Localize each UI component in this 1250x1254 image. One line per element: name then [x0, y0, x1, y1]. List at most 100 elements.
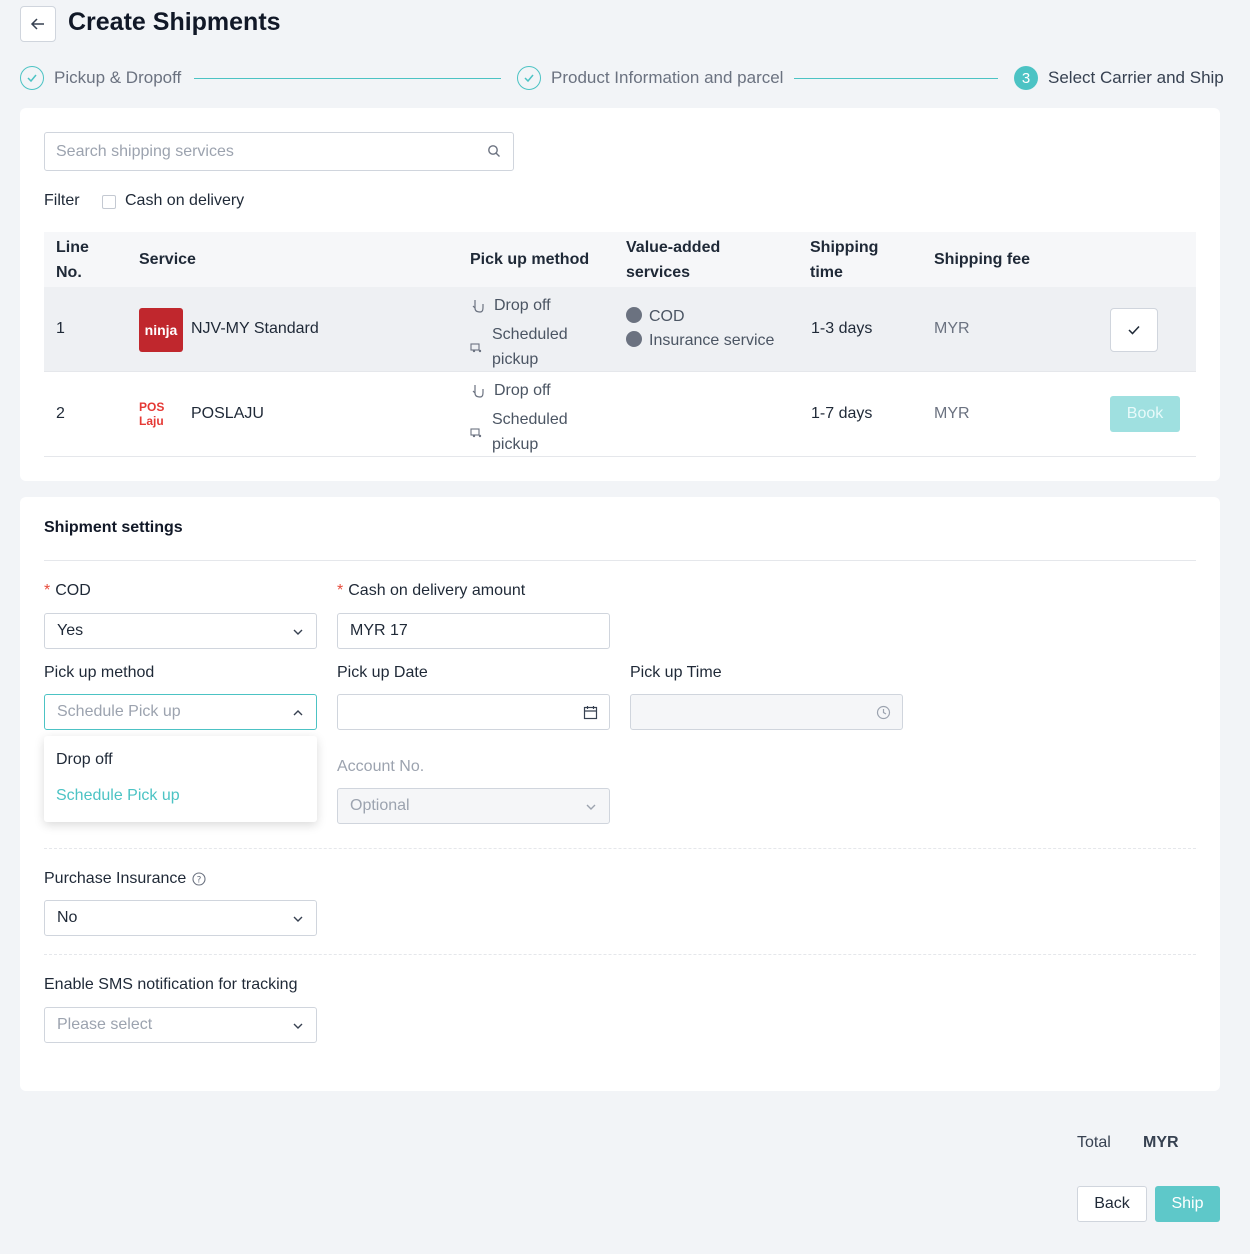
service-name: NJV-MY Standard [191, 320, 319, 337]
required-marker: * [44, 582, 51, 599]
arrow-left-icon [30, 18, 44, 30]
cod-amount-value: MYR 17 [350, 622, 408, 639]
pickup-method-value: Schedule Pick up [57, 703, 181, 720]
account-no-placeholder: Optional [350, 797, 410, 814]
chevron-down-icon [586, 804, 596, 810]
divider [44, 560, 1196, 561]
hand-drop-icon [472, 385, 484, 398]
back-button[interactable]: Back [1077, 1186, 1147, 1222]
vas-insurance: Insurance service [649, 332, 775, 349]
help-icon[interactable]: ? [192, 872, 206, 886]
sms-label: Enable SMS notification for tracking [44, 976, 298, 993]
pickup-method-dropdown: Drop off Schedule Pick up [44, 736, 317, 822]
insurance-select[interactable]: No [44, 900, 317, 936]
vas-cod: COD [649, 308, 685, 325]
pickup-time-input[interactable] [630, 694, 903, 730]
service-name: POSLAJU [191, 405, 264, 422]
shipping-fee: MYR [934, 405, 970, 422]
calendar-icon [583, 706, 598, 720]
clock-icon [876, 705, 891, 720]
cod-filter-checkbox[interactable] [102, 195, 116, 209]
pickup-method-select[interactable]: Schedule Pick up [44, 694, 317, 730]
pickup-methods: Drop off Scheduled pickup [470, 381, 600, 457]
line-number: 2 [56, 405, 65, 422]
section-title: Shipment settings [44, 519, 183, 536]
truck-icon [470, 428, 482, 438]
selected-check-button[interactable] [1110, 308, 1158, 352]
pickup-drop-off: Drop off [494, 297, 551, 314]
col-service: Service [139, 251, 196, 268]
cod-amount-label: * Cash on delivery amount [337, 582, 526, 599]
check-icon [1128, 325, 1140, 335]
col-line-no: Line No. [56, 239, 89, 281]
chevron-up-icon [293, 710, 303, 716]
filter-label: Filter [44, 192, 80, 209]
pickup-date-label: Pick up Date [337, 664, 428, 681]
col-shipping-time: Shipping time [810, 239, 879, 281]
dropdown-option-schedule-pickup[interactable]: Schedule Pick up [56, 787, 180, 805]
pickup-scheduled: Scheduled pickup [492, 326, 568, 368]
search-input[interactable] [45, 133, 465, 170]
search-icon [488, 145, 500, 157]
step-product-info: Product Information and parcel [517, 66, 783, 90]
step-pickup-dropoff: Pickup & Dropoff [20, 66, 181, 90]
divider [44, 848, 1196, 849]
line-number: 1 [56, 320, 65, 337]
step-select-carrier: 3 Select Carrier and Ship [1014, 66, 1224, 90]
pickup-methods: Drop off Scheduled pickup [470, 296, 600, 372]
hand-drop-icon [472, 300, 484, 313]
logo-text: POS Laju [139, 400, 165, 428]
sms-placeholder: Please select [57, 1016, 153, 1033]
insurance-icon [626, 331, 642, 347]
cod-label: * COD [44, 582, 91, 599]
account-no-select[interactable]: Optional [337, 788, 610, 824]
chevron-down-icon [293, 1023, 303, 1029]
value-added-services: COD Insurance service [626, 307, 774, 355]
dropdown-option-drop-off[interactable]: Drop off [56, 751, 113, 769]
col-value-added: Value-added services [626, 239, 721, 281]
book-button[interactable]: Book [1110, 396, 1180, 432]
col-pickup-method: Pick up method [470, 251, 590, 268]
check-circle-icon [517, 66, 541, 90]
divider [44, 954, 1196, 955]
total-value: MYR [1143, 1134, 1179, 1151]
cod-filter-label[interactable]: Cash on delivery [125, 192, 244, 210]
step-connector [194, 78, 501, 79]
step-label: Product Information and parcel [551, 68, 784, 87]
cod-value: Yes [57, 622, 84, 639]
pickup-method-label: Pick up method [44, 664, 155, 681]
ship-button[interactable]: Ship [1155, 1186, 1220, 1222]
check-circle-icon [20, 66, 44, 90]
shipping-fee: MYR [934, 320, 970, 337]
ninja-van-logo: ninja [139, 308, 183, 352]
back-arrow-button[interactable] [20, 6, 56, 42]
col-shipping-fee: Shipping fee [934, 251, 1030, 268]
shipping-time: 1-7 days [811, 405, 873, 422]
step-connector [794, 78, 998, 79]
account-no-label: Account No. [337, 758, 425, 775]
search-field[interactable] [44, 132, 514, 171]
sms-select[interactable]: Please select [44, 1007, 317, 1043]
total-label: Total [1077, 1134, 1111, 1151]
cod-select[interactable]: Yes [44, 613, 317, 649]
svg-text:?: ? [197, 876, 202, 886]
pickup-date-input[interactable] [337, 694, 610, 730]
pickup-drop-off: Drop off [494, 382, 551, 399]
truck-icon [470, 343, 482, 353]
cod-icon [626, 307, 642, 323]
chevron-down-icon [293, 916, 303, 922]
pickup-scheduled: Scheduled pickup [492, 411, 568, 453]
logo-text: ninja [144, 322, 178, 338]
chevron-down-icon [293, 629, 303, 635]
step-label: Pickup & Dropoff [54, 68, 182, 87]
cod-amount-input[interactable]: MYR 17 [337, 613, 610, 649]
page-title: Create Shipments [68, 8, 281, 36]
insurance-value: No [57, 909, 78, 926]
shipping-time: 1-3 days [811, 320, 873, 337]
pickup-time-label: Pick up Time [630, 664, 722, 681]
step-number: 3 [1014, 66, 1038, 90]
poslaju-logo: POS Laju [139, 400, 185, 428]
step-label: Select Carrier and Ship [1048, 68, 1224, 87]
insurance-label: Purchase Insurance ? [44, 870, 206, 888]
required-marker: * [337, 582, 344, 599]
